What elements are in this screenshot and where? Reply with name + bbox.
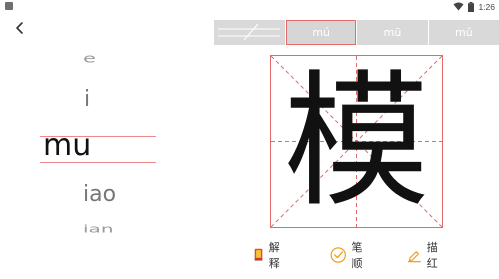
status-right: 1:26 bbox=[453, 0, 495, 13]
status-time: 1:26 bbox=[478, 1, 495, 12]
tab-tone-1[interactable]: mū bbox=[357, 20, 428, 45]
selection-line-bottom bbox=[40, 162, 156, 163]
tone-tabs: mú mū mǔ bbox=[214, 20, 499, 45]
explain-label: 解释 bbox=[268, 241, 280, 270]
pinyin-item-selected[interactable]: mu bbox=[43, 128, 91, 163]
battery-icon bbox=[468, 1, 475, 12]
pinyin-item[interactable]: iao bbox=[83, 182, 116, 207]
tab-tone-2[interactable]: mú bbox=[286, 20, 357, 45]
tab-tone-neutral[interactable] bbox=[214, 20, 285, 45]
hanzi-character: 模 bbox=[283, 56, 430, 227]
wifi-icon bbox=[453, 2, 464, 11]
character-grid[interactable]: 模 bbox=[270, 55, 443, 228]
explain-button[interactable]: 解释 bbox=[254, 241, 284, 270]
lines-icon bbox=[218, 23, 280, 41]
book-icon bbox=[254, 248, 263, 261]
trace-button[interactable]: 描红 bbox=[407, 241, 443, 270]
check-circle-icon bbox=[330, 247, 346, 263]
trace-label: 描红 bbox=[426, 241, 438, 270]
pinyin-item[interactable]: e bbox=[83, 51, 96, 65]
stroke-order-label: 笔顺 bbox=[351, 241, 363, 270]
pinyin-item[interactable]: i bbox=[84, 87, 90, 112]
tab-tone-3[interactable]: mǔ bbox=[428, 20, 499, 45]
pinyin-wheel[interactable]: e i mu iao ian bbox=[0, 0, 210, 279]
pencil-icon bbox=[407, 251, 421, 263]
pinyin-item[interactable]: ian bbox=[83, 222, 114, 235]
stroke-order-button[interactable]: 笔顺 bbox=[330, 241, 368, 270]
